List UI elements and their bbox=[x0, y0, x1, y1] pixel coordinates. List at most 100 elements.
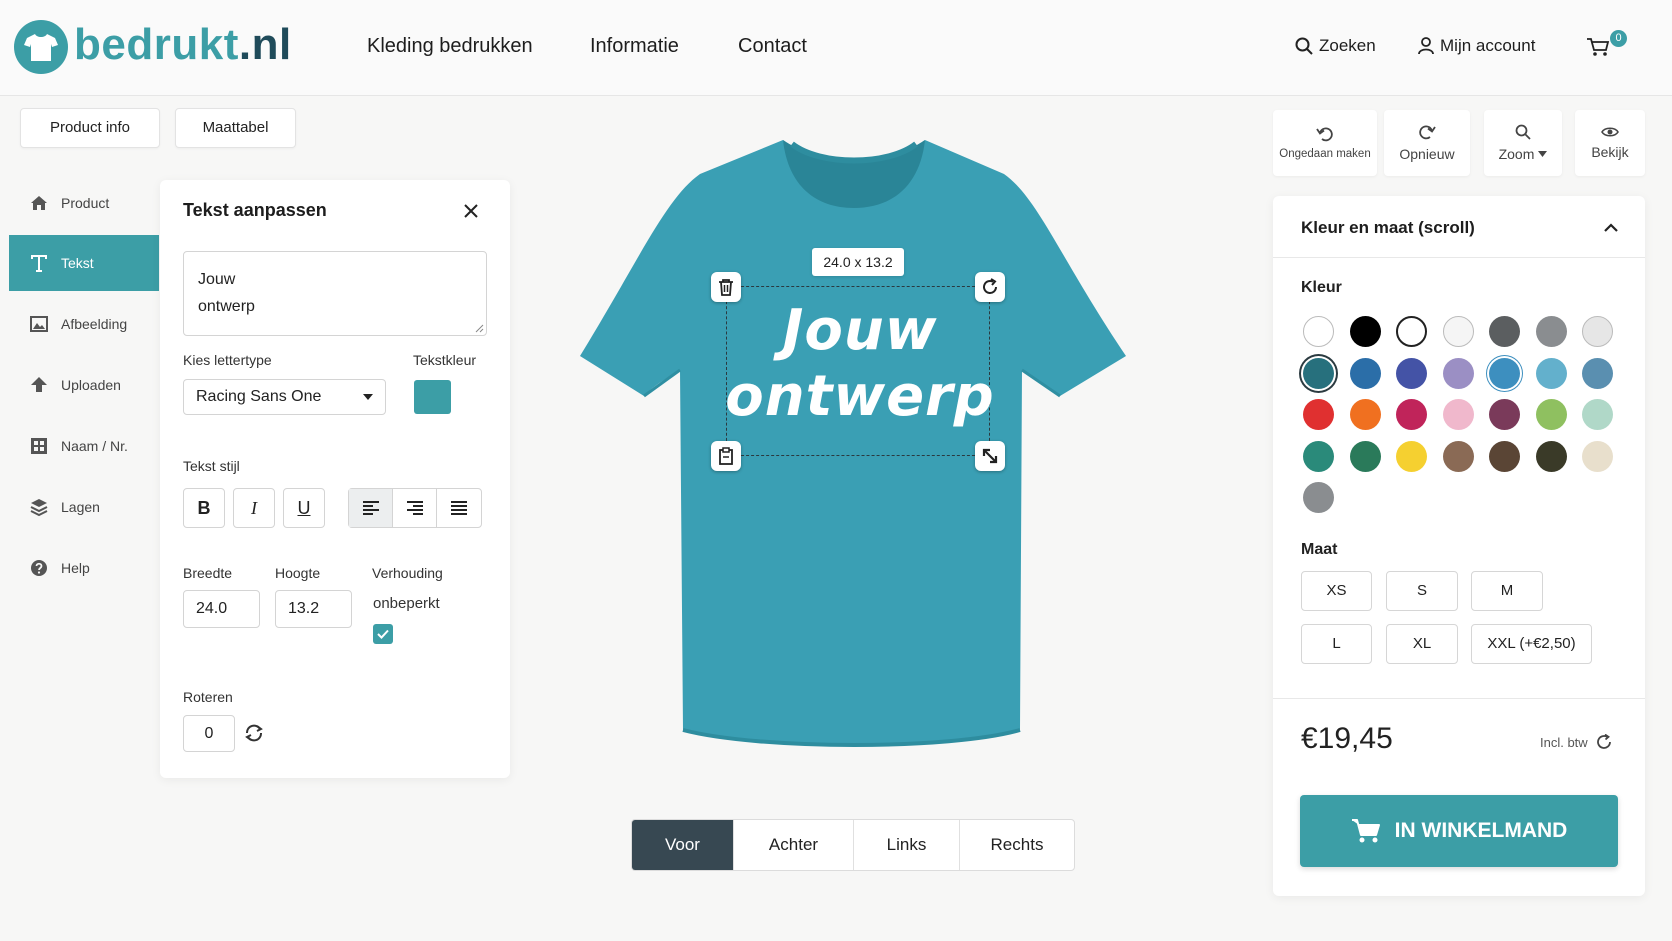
color-swatch[interactable] bbox=[1582, 399, 1613, 430]
text-input[interactable]: Jouw ontwerp bbox=[183, 251, 487, 336]
sidebar-item-help[interactable]: Help bbox=[9, 540, 159, 596]
color-swatch[interactable] bbox=[1535, 399, 1567, 430]
tshirt-product-image[interactable] bbox=[580, 138, 1126, 778]
sidebar-item-afbeelding[interactable]: Afbeelding bbox=[9, 296, 159, 352]
size-m-button[interactable]: M bbox=[1471, 571, 1543, 611]
chevron-up-icon[interactable] bbox=[1604, 223, 1618, 232]
color-swatch[interactable] bbox=[1396, 399, 1427, 430]
refresh-icon[interactable] bbox=[1596, 734, 1612, 750]
color-swatch[interactable] bbox=[1303, 357, 1334, 389]
text-style-label: Tekst stijl bbox=[183, 458, 240, 474]
nav-informatie[interactable]: Informatie bbox=[590, 32, 679, 60]
color-swatch[interactable] bbox=[1442, 440, 1474, 472]
nav-kleding-bedrukken[interactable]: Kleding bedrukken bbox=[367, 32, 533, 60]
align-right-button[interactable] bbox=[393, 489, 437, 527]
color-swatch[interactable] bbox=[1303, 399, 1334, 430]
color-swatch[interactable] bbox=[1582, 357, 1613, 389]
font-select[interactable]: Racing Sans One bbox=[183, 379, 386, 415]
tab-achter[interactable]: Achter bbox=[734, 820, 854, 870]
resize-handle[interactable] bbox=[975, 441, 1005, 471]
height-input[interactable]: 13.2 bbox=[275, 590, 352, 628]
height-label: Hoogte bbox=[275, 565, 321, 581]
color-swatch[interactable] bbox=[1489, 440, 1520, 472]
redo-icon bbox=[1419, 125, 1436, 140]
underline-button[interactable]: U bbox=[283, 488, 325, 528]
color-swatch[interactable] bbox=[1489, 357, 1520, 389]
color-swatch[interactable] bbox=[1303, 440, 1334, 472]
color-swatch[interactable] bbox=[1349, 399, 1381, 430]
rotate-label: Roteren bbox=[183, 689, 233, 705]
color-swatch[interactable] bbox=[1442, 316, 1474, 347]
dimension-label: 24.0 x 13.2 bbox=[812, 248, 904, 276]
sidebar-item-naam-nr[interactable]: Naam / Nr. bbox=[9, 418, 159, 474]
color-swatch[interactable] bbox=[1349, 440, 1381, 472]
color-swatch[interactable] bbox=[1303, 482, 1334, 513]
cart-icon[interactable] bbox=[1586, 37, 1610, 57]
color-swatch[interactable] bbox=[1349, 316, 1381, 347]
search-icon bbox=[1295, 37, 1313, 55]
align-left-button[interactable] bbox=[349, 489, 393, 527]
color-swatch[interactable] bbox=[1396, 316, 1427, 347]
nav-contact[interactable]: Contact bbox=[738, 32, 807, 60]
rotate-handle[interactable] bbox=[975, 272, 1005, 302]
add-to-cart-button[interactable]: IN WINKELMAND bbox=[1300, 795, 1618, 867]
sidebar-item-lagen[interactable]: Lagen bbox=[9, 479, 159, 535]
size-xxl-button[interactable]: XXL (+€2,50) bbox=[1471, 624, 1592, 664]
align-right-icon bbox=[406, 501, 423, 515]
font-select-value: Racing Sans One bbox=[196, 388, 322, 405]
ratio-checkbox[interactable] bbox=[373, 624, 393, 644]
sidebar-item-label: Help bbox=[61, 560, 90, 576]
size-l-button[interactable]: L bbox=[1301, 624, 1372, 664]
close-icon[interactable] bbox=[464, 204, 478, 218]
bold-button[interactable]: B bbox=[183, 488, 225, 528]
size-chart-button[interactable]: Maattabel bbox=[175, 108, 296, 148]
size-s-button[interactable]: S bbox=[1386, 571, 1458, 611]
color-swatch[interactable] bbox=[1489, 316, 1520, 347]
text-color-label: Tekstkleur bbox=[413, 352, 477, 368]
search-label: Zoeken bbox=[1319, 36, 1376, 55]
color-swatch[interactable] bbox=[1303, 316, 1334, 347]
color-swatch[interactable] bbox=[1442, 357, 1474, 389]
caret-down-icon bbox=[1538, 151, 1548, 157]
upload-icon bbox=[31, 377, 47, 392]
design-text[interactable]: Jouw ontwerp bbox=[700, 298, 1020, 430]
search-link[interactable]: Zoeken bbox=[1295, 32, 1376, 60]
account-link[interactable]: Mijn account bbox=[1418, 32, 1535, 60]
zoom-button[interactable]: Zoom bbox=[1484, 110, 1562, 176]
logo-text[interactable]: bedrukt.nl bbox=[74, 20, 292, 70]
tab-rechts[interactable]: Rechts bbox=[960, 820, 1074, 870]
color-swatch[interactable] bbox=[1582, 316, 1613, 347]
color-swatch[interactable] bbox=[1582, 440, 1613, 472]
design-text-line-2: ontwerp bbox=[725, 364, 995, 429]
color-swatch[interactable] bbox=[1489, 399, 1520, 430]
color-swatch[interactable] bbox=[1535, 440, 1567, 472]
color-swatch[interactable] bbox=[1349, 357, 1381, 389]
sidebar-item-tekst[interactable]: Tekst bbox=[9, 235, 159, 291]
sidebar-item-uploaden[interactable]: Uploaden bbox=[9, 357, 159, 413]
undo-button[interactable]: Ongedaan maken bbox=[1273, 110, 1377, 176]
resize-grip-icon[interactable] bbox=[475, 324, 484, 333]
size-xl-button[interactable]: XL bbox=[1386, 624, 1458, 664]
color-swatch[interactable] bbox=[1396, 357, 1427, 389]
color-swatch[interactable] bbox=[1535, 316, 1567, 347]
rotate-reset-icon[interactable] bbox=[243, 722, 265, 744]
rotate-input[interactable]: 0 bbox=[183, 715, 235, 752]
tab-links[interactable]: Links bbox=[854, 820, 960, 870]
size-xs-button[interactable]: XS bbox=[1301, 571, 1372, 611]
italic-button[interactable]: I bbox=[233, 488, 275, 528]
align-justify-button[interactable] bbox=[437, 489, 481, 527]
product-info-button[interactable]: Product info bbox=[20, 108, 160, 148]
sidebar-item-product[interactable]: Product bbox=[9, 175, 159, 231]
redo-button[interactable]: Opnieuw bbox=[1384, 110, 1470, 176]
width-input[interactable]: 24.0 bbox=[183, 590, 260, 628]
preview-button[interactable]: Bekijk bbox=[1575, 110, 1645, 176]
color-swatch[interactable] bbox=[1396, 440, 1427, 472]
color-swatch[interactable] bbox=[1535, 357, 1567, 389]
duplicate-handle[interactable] bbox=[711, 441, 741, 471]
color-swatch[interactable] bbox=[1442, 399, 1474, 430]
color-label: Kleur bbox=[1301, 279, 1342, 296]
text-color-swatch[interactable] bbox=[414, 380, 451, 414]
tab-voor[interactable]: Voor bbox=[632, 820, 734, 870]
align-justify-icon bbox=[451, 501, 467, 515]
delete-handle[interactable] bbox=[711, 272, 741, 302]
